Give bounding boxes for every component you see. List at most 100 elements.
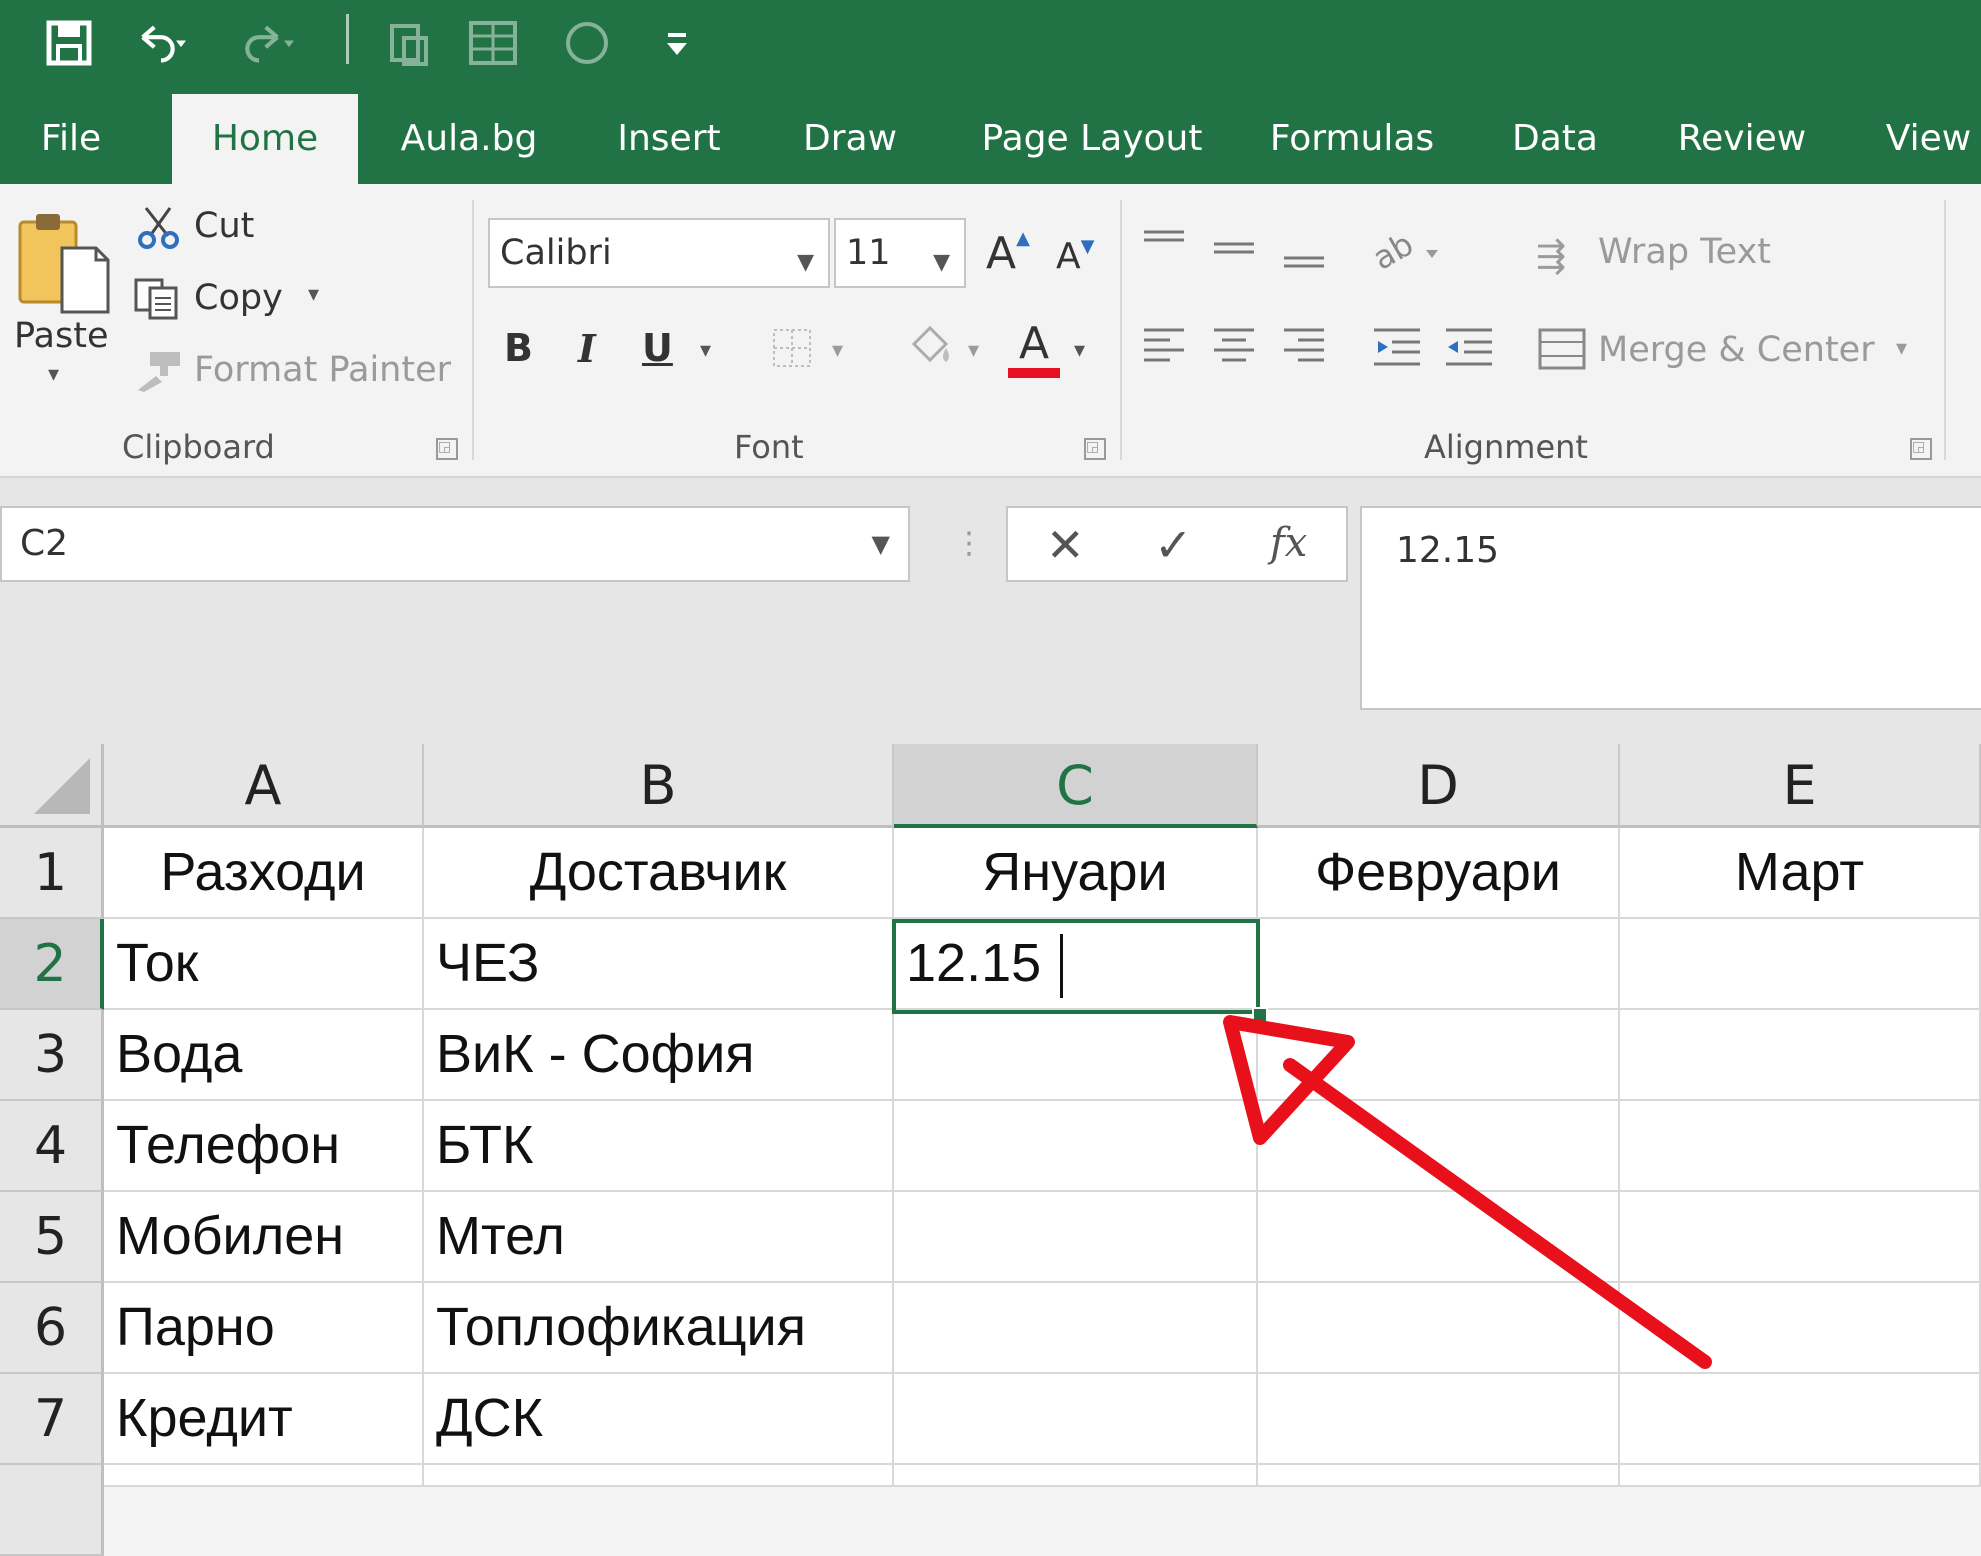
format-painter-icon[interactable] [134, 348, 184, 392]
cell-a1[interactable]: Разходи [104, 828, 424, 919]
tab-review[interactable]: Review [1664, 94, 1820, 184]
wrap-text-icon[interactable]: ⇶ [1536, 236, 1566, 277]
active-cell-border[interactable] [892, 919, 1260, 1014]
name-box[interactable]: C2 ▼ [0, 506, 910, 582]
row-header-1[interactable]: 1 [0, 828, 104, 919]
grow-font-icon[interactable]: A▲ [986, 228, 1030, 279]
merge-dropdown-icon[interactable]: ▾ [1896, 336, 1907, 361]
format-painter-button[interactable]: Format Painter [194, 350, 451, 390]
row-header-4[interactable]: 4 [0, 1101, 104, 1192]
cell-b5[interactable]: Мтел [424, 1192, 894, 1283]
paste-icon[interactable] [16, 208, 112, 316]
borders-icon[interactable] [770, 326, 814, 370]
undo-icon[interactable] [136, 18, 186, 68]
cell-d1[interactable]: Февруари [1258, 828, 1620, 919]
underline-dropdown-icon[interactable]: ▾ [700, 338, 711, 363]
underline-button[interactable]: U [642, 326, 673, 370]
print-preview-icon[interactable] [384, 18, 434, 68]
cell-b8[interactable] [424, 1465, 894, 1487]
borders-dropdown-icon[interactable]: ▾ [832, 338, 843, 363]
customize-qat-icon[interactable] [652, 18, 702, 68]
tab-page-layout[interactable]: Page Layout [966, 94, 1218, 184]
cell-b1[interactable]: Доставчик [424, 828, 894, 919]
fill-color-dropdown-icon[interactable]: ▾ [968, 338, 979, 363]
paste-button-label[interactable]: Paste [14, 316, 108, 356]
cell-a5[interactable]: Мобилен [104, 1192, 424, 1283]
column-header-c[interactable]: C [894, 744, 1258, 828]
cell-b3[interactable]: ВиК - София [424, 1010, 894, 1101]
horizontal-align-icons[interactable] [1140, 322, 1330, 378]
merge-center-icon[interactable] [1536, 322, 1590, 376]
row-header-5[interactable]: 5 [0, 1192, 104, 1283]
tab-home[interactable]: Home [172, 94, 358, 184]
tab-data[interactable]: Data [1498, 94, 1612, 184]
cell-a8[interactable] [104, 1465, 424, 1487]
formula-input[interactable]: 12.15 [1360, 506, 1981, 710]
cell-a2[interactable]: Ток [104, 919, 424, 1010]
cell-e1[interactable]: Март [1620, 828, 1981, 919]
tab-view[interactable]: View [1876, 94, 1981, 184]
clipboard-launcher-icon[interactable]: ◲ [436, 438, 458, 460]
font-color-dropdown-icon[interactable]: ▾ [1074, 338, 1085, 363]
fill-color-icon[interactable] [904, 322, 954, 370]
cell-b2[interactable]: ЧЕЗ [424, 919, 894, 1010]
vertical-align-icons[interactable] [1140, 222, 1330, 282]
orientation-icon[interactable]: ab [1370, 224, 1450, 280]
row-header-3[interactable]: 3 [0, 1010, 104, 1101]
column-header-b[interactable]: B [424, 744, 894, 828]
cell-a7[interactable]: Кредит [104, 1374, 424, 1465]
merge-center-button[interactable]: Merge & Center [1598, 330, 1875, 370]
tab-aula-bg[interactable]: Aula.bg [386, 94, 552, 184]
cell-e2[interactable] [1620, 919, 1981, 1010]
font-launcher-icon[interactable]: ◲ [1084, 438, 1106, 460]
tab-file[interactable]: File [16, 94, 126, 184]
row-header-2[interactable]: 2 [0, 919, 104, 1010]
font-color-icon[interactable]: A [1008, 322, 1060, 378]
cut-button[interactable]: Cut [194, 206, 254, 246]
row-header-7[interactable]: 7 [0, 1374, 104, 1465]
cell-c1[interactable]: Януари [894, 828, 1258, 919]
cell-b7[interactable]: ДСК [424, 1374, 894, 1465]
enter-icon[interactable]: ✓ [1154, 518, 1193, 572]
row-header-8[interactable] [0, 1465, 104, 1556]
paste-dropdown-icon[interactable]: ▾ [48, 362, 59, 387]
tab-insert[interactable]: Insert [604, 94, 734, 184]
bold-button[interactable]: B [504, 326, 533, 370]
redo-icon[interactable] [244, 18, 294, 68]
column-header-e[interactable]: E [1620, 744, 1981, 828]
column-header-a[interactable]: A [104, 744, 424, 828]
tab-draw[interactable]: Draw [790, 94, 910, 184]
cell-a6[interactable]: Парно [104, 1283, 424, 1374]
insert-function-icon[interactable]: fx [1270, 520, 1307, 566]
tab-formulas[interactable]: Formulas [1260, 94, 1444, 184]
cell-e8[interactable] [1620, 1465, 1981, 1487]
copy-icon[interactable] [132, 276, 182, 322]
font-family-select[interactable]: Calibri ▼ [488, 218, 830, 288]
cell-a3[interactable]: Вода [104, 1010, 424, 1101]
wrap-text-button[interactable]: Wrap Text [1598, 232, 1771, 272]
circle-icon[interactable] [562, 18, 612, 68]
font-size-select[interactable]: 11 ▼ [834, 218, 966, 288]
shrink-font-icon[interactable]: A▼ [1056, 236, 1094, 277]
cell-d8[interactable] [1258, 1465, 1620, 1487]
cell-a4[interactable]: Телефон [104, 1101, 424, 1192]
copy-button[interactable]: Copy [194, 278, 283, 318]
alignment-launcher-icon[interactable]: ◲ [1910, 438, 1932, 460]
copy-dropdown-icon[interactable]: ▾ [308, 282, 319, 307]
red-arrow-annotation [1223, 1015, 1712, 1369]
save-icon[interactable] [44, 18, 94, 68]
cancel-icon[interactable]: ✕ [1046, 518, 1085, 572]
select-all-button[interactable] [0, 744, 104, 828]
cell-b6[interactable]: Топлофикация [424, 1283, 894, 1374]
chevron-down-icon[interactable]: ▼ [872, 508, 890, 580]
cell-c8[interactable] [894, 1465, 1258, 1487]
italic-button[interactable]: I [578, 326, 596, 371]
scissors-icon[interactable] [136, 204, 182, 250]
formula-bar-grip-icon[interactable]: ⋮ [954, 526, 984, 561]
cell-d2[interactable] [1258, 919, 1620, 1010]
table-icon[interactable] [468, 18, 518, 68]
column-header-d[interactable]: D [1258, 744, 1620, 828]
row-header-6[interactable]: 6 [0, 1283, 104, 1374]
indent-icons[interactable] [1370, 322, 1500, 378]
cell-b4[interactable]: БТК [424, 1101, 894, 1192]
